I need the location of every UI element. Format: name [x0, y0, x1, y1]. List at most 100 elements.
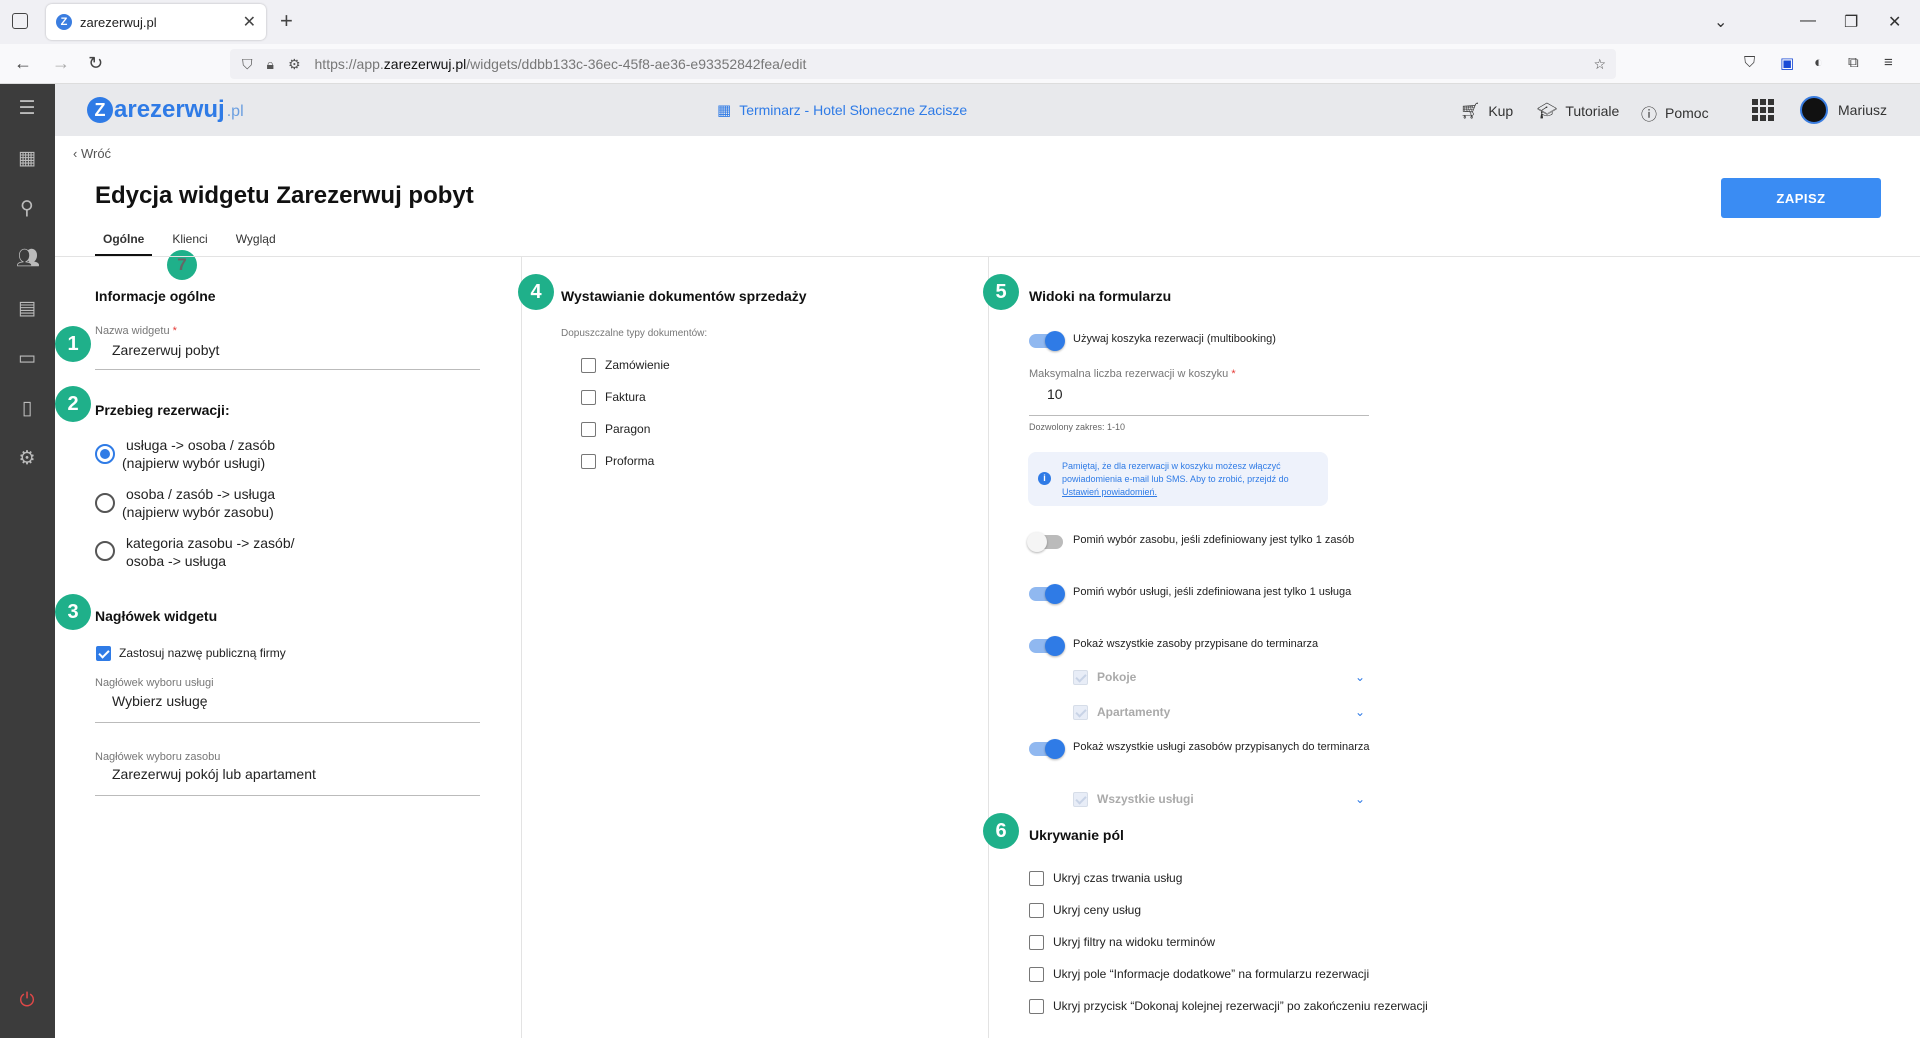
show-resources-label: Pokaż wszystkie zasoby przypisane do ter… — [1073, 638, 1319, 650]
browser-navbar: ← → ↻ ⛉ 🔒︎ ⚙ https://app.zarezerwuj.pl/w… — [0, 44, 1920, 84]
apps-grid-icon[interactable] — [1752, 99, 1774, 121]
documents-section-title: Wystawianie dokumentów sprzedaży — [561, 288, 807, 304]
permissions-icon: ⚙ — [287, 55, 301, 72]
chevron-down-icon[interactable]: ⌄ — [1355, 670, 1365, 684]
reload-icon[interactable]: ↻ — [88, 53, 103, 74]
folder-icon[interactable]: ▭ — [16, 348, 38, 370]
badge-5: 5 — [983, 274, 1019, 310]
flow-option-label: usługa -> osoba / zasób (najpierw wybór u… — [122, 437, 276, 471]
max-reservations-underline — [1029, 415, 1369, 416]
document-icon[interactable]: ▯ — [16, 398, 38, 420]
doc-type-proforma-checkbox[interactable] — [581, 454, 596, 469]
widget-name-input[interactable]: Zarezerwuj pobyt — [112, 342, 219, 358]
shield-icon: ⛉ — [242, 55, 253, 72]
doc-type-receipt-checkbox[interactable] — [581, 422, 596, 437]
hide-prices-checkbox[interactable] — [1029, 903, 1044, 918]
tab-overflow-icon[interactable]: ⌄ — [1714, 12, 1727, 32]
service-header-underline — [95, 722, 480, 723]
hide-filters-checkbox[interactable] — [1029, 935, 1044, 950]
app-header: Z arezerwuj .pl ▦ Terminarz - Hotel Słon… — [55, 84, 1920, 136]
service-group-checkbox[interactable] — [1073, 792, 1088, 807]
buy-link[interactable]: 🛒︎ Kup — [1460, 101, 1513, 121]
resource-header-input[interactable]: Zarezerwuj pokój lub apartament — [112, 766, 316, 782]
close-tab-icon[interactable]: ✕ — [243, 12, 256, 32]
url-bar[interactable]: ⛉ 🔒︎ ⚙ https://app.zarezerwuj.pl/widgets… — [230, 49, 1616, 79]
help-circle-icon: ⓘ — [1641, 107, 1658, 124]
logo[interactable]: Z arezerwuj .pl — [87, 96, 244, 124]
doc-type-label: Faktura — [605, 390, 646, 404]
graduation-cap-icon: 🎓︎ — [1537, 103, 1558, 120]
hamburger-icon[interactable]: ☰ — [16, 98, 38, 120]
info-icon: i — [1038, 472, 1051, 485]
skip-resource-toggle[interactable] — [1027, 532, 1063, 552]
hide-additional-info-checkbox[interactable] — [1029, 967, 1044, 982]
tutorials-link[interactable]: 🎓︎ Tutoriale — [1537, 101, 1619, 121]
resource-header-label: Nagłówek wyboru zasobu — [95, 751, 221, 763]
widget-name-underline — [95, 369, 480, 370]
close-window-icon[interactable]: ✕ — [1888, 12, 1901, 32]
views-section-title: Widoki na formularzu — [1029, 288, 1172, 304]
back-arrow-icon[interactable]: ← — [14, 53, 32, 74]
flow-option-label: kategoria zasobu -> zasób/osoba -> usług… — [126, 535, 295, 569]
doc-type-label: Paragon — [605, 422, 651, 436]
use-public-name-checkbox[interactable] — [96, 646, 111, 661]
settings-gear-icon[interactable]: ⚙ — [16, 448, 38, 470]
url-text: https://app.zarezerwuj.pl/widgets/ddbb13… — [314, 56, 807, 72]
hide-option-label: Ukryj filtry na widoku terminów — [1053, 935, 1216, 949]
search-icon[interactable]: ⚲ — [16, 198, 38, 220]
save-button[interactable]: ZAPISZ — [1721, 178, 1881, 218]
tab-general[interactable]: Ogólne — [95, 232, 153, 256]
doc-type-label: Zamówienie — [605, 358, 670, 372]
flow-radio-resource-first[interactable] — [95, 493, 115, 513]
doc-type-order-checkbox[interactable] — [581, 358, 596, 373]
users-icon[interactable]: 👥︎ — [16, 248, 40, 270]
notification-settings-link[interactable]: Ustawień powiadomień. — [1062, 487, 1157, 497]
doc-type-invoice-checkbox[interactable] — [581, 390, 596, 405]
tab-appearance[interactable]: Wygląd — [228, 232, 284, 256]
register-icon[interactable]: ▤ — [16, 298, 38, 320]
power-icon[interactable]: ⏻ — [16, 990, 38, 1012]
bitwarden-icon[interactable]: ▣ — [1780, 54, 1794, 72]
range-hint: Dozwolony zakres: 1-10 — [1029, 422, 1126, 432]
service-header-input[interactable]: Wybierz usługę — [112, 693, 208, 709]
browser-tab[interactable]: Z zarezerwuj.pl ✕ — [46, 4, 266, 40]
use-public-name-label: Zastosuj nazwę publiczną firmy — [119, 646, 286, 660]
chevron-down-icon[interactable]: ⌄ — [1355, 705, 1365, 719]
calendar-selector[interactable]: ▦ Terminarz - Hotel Słoneczne Zacisze — [717, 101, 967, 119]
show-resources-toggle[interactable] — [1029, 636, 1065, 656]
new-tab-icon[interactable]: + — [280, 10, 293, 32]
document-types-label: Dopuszczalne typy dokumentów: — [561, 328, 708, 339]
pocket-icon[interactable]: ⛉ — [1744, 54, 1755, 71]
resource-header-underline — [95, 795, 480, 796]
skip-service-toggle[interactable] — [1029, 584, 1065, 604]
logo-z-icon: Z — [87, 97, 113, 123]
back-link[interactable]: ‹ Wróć — [73, 146, 111, 161]
column-divider — [988, 257, 989, 1038]
multibooking-toggle[interactable] — [1029, 331, 1065, 351]
tab-title: zarezerwuj.pl — [80, 14, 157, 30]
max-reservations-input[interactable]: 10 — [1047, 386, 1063, 402]
tab-list-icon[interactable] — [12, 13, 28, 29]
user-name[interactable]: Mariusz — [1838, 102, 1887, 118]
help-link[interactable]: ⓘ Pomoc — [1641, 101, 1709, 125]
extension-icon[interactable]: ◐ — [1814, 54, 1823, 71]
chevron-down-icon[interactable]: ⌄ — [1355, 792, 1365, 806]
browser-tabbar: Z zarezerwuj.pl ✕ + ⌄ — ❐ ✕ — [0, 0, 1920, 44]
calendar-icon[interactable]: ▦ — [16, 148, 38, 170]
flow-radio-service-first[interactable] — [95, 444, 115, 464]
forward-arrow-icon[interactable]: → — [52, 53, 70, 74]
menu-icon[interactable]: ≡ — [1884, 54, 1893, 71]
hide-next-booking-checkbox[interactable] — [1029, 999, 1044, 1014]
hide-duration-checkbox[interactable] — [1029, 871, 1044, 886]
bookmark-star-icon[interactable]: ☆ — [1593, 56, 1606, 73]
resource-group-checkbox[interactable] — [1073, 670, 1088, 685]
minimize-icon[interactable]: — — [1800, 12, 1816, 30]
extensions-puzzle-icon[interactable]: ⧉ — [1848, 54, 1859, 71]
resource-group-checkbox[interactable] — [1073, 705, 1088, 720]
hiding-section-title: Ukrywanie pól — [1029, 827, 1124, 843]
restore-icon[interactable]: ❐ — [1844, 12, 1858, 32]
resource-group-label: Apartamenty — [1097, 705, 1171, 719]
show-services-toggle[interactable] — [1029, 739, 1065, 759]
avatar[interactable] — [1800, 96, 1828, 124]
flow-radio-category-first[interactable] — [95, 541, 115, 561]
